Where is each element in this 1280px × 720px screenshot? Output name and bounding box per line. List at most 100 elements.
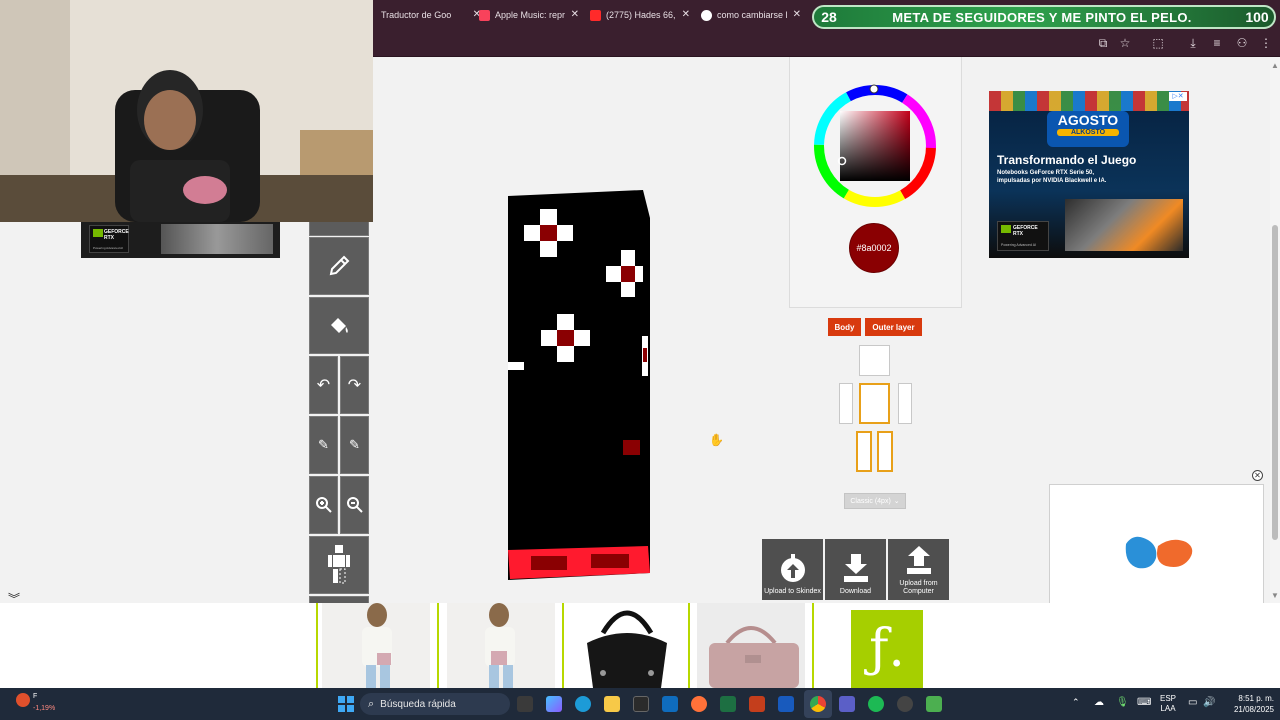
chrome-icon[interactable]	[810, 696, 826, 712]
keyboard-icon[interactable]: ⌨	[1137, 697, 1151, 708]
nvidia-logo-icon	[1001, 225, 1011, 233]
tab-apple-music[interactable]: Apple Music: repr ✕	[473, 4, 583, 26]
bookmark-star-icon[interactable]: ☆	[1118, 36, 1132, 50]
task-view-icon[interactable]	[517, 696, 533, 712]
volume-icon[interactable]: 🔊	[1203, 697, 1215, 708]
tab-translator[interactable]: Traductor de Goo ✕	[375, 4, 485, 26]
scroll-down-icon[interactable]: ▼	[1271, 592, 1279, 600]
file-explorer-icon[interactable]	[604, 696, 620, 712]
undo-icon: ↶	[316, 377, 331, 394]
outlook-icon[interactable]	[662, 696, 678, 712]
microphone-icon[interactable]: 🎙	[1116, 697, 1129, 708]
pencil-add-tool-button[interactable]: ✎	[309, 416, 338, 474]
product-image-2[interactable]	[447, 603, 555, 688]
part-left-leg[interactable]	[877, 431, 893, 472]
logo-bottom: ALKOSTO	[1057, 129, 1119, 136]
onedrive-icon[interactable]: ☁	[1094, 697, 1104, 708]
geforce-sub-text: Powering Advanced AI	[93, 246, 124, 250]
zoom-out-icon	[346, 497, 363, 513]
strip-divider	[812, 603, 814, 688]
undo-button[interactable]: ↶	[309, 356, 338, 414]
network-icon[interactable]: ▭	[1188, 697, 1197, 708]
strip-divider	[437, 603, 439, 688]
translate-icon[interactable]: ⧉	[1096, 36, 1110, 50]
color-wheel[interactable]	[811, 82, 939, 210]
part-torso[interactable]	[859, 383, 890, 424]
close-ad-icon[interactable]: ✕	[1252, 470, 1263, 481]
product-photo	[587, 610, 667, 688]
part-right-arm[interactable]	[839, 383, 853, 424]
language-indicator[interactable]: ESP LAA	[1160, 694, 1176, 714]
laptop-image	[1065, 199, 1183, 251]
right-ad-banner[interactable]: AGOSTO ALKOSTO Transformando el Juego No…	[989, 91, 1189, 258]
hand-cursor-icon: ✋	[709, 433, 724, 447]
windows-start-icon[interactable]	[338, 696, 354, 712]
tab-youtube[interactable]: (2775) Hades 66, ✕	[584, 4, 694, 26]
ad-headline: Transformando el Juego	[997, 153, 1137, 167]
falabella-logo-icon[interactable]: ƒ.	[851, 610, 923, 688]
left-ad-banner[interactable]: GEFORCE RTX Powering Advanced AI	[81, 222, 280, 258]
menu-icon[interactable]: ⋮	[1259, 36, 1273, 50]
firefox-icon[interactable]	[691, 696, 707, 712]
pencil-remove-tool-button[interactable]: ✎	[340, 416, 369, 474]
obs-icon[interactable]	[897, 696, 913, 712]
redo-button[interactable]: ↷	[340, 356, 369, 414]
profile-icon[interactable]: ⚇	[1235, 36, 1249, 50]
spotify-icon[interactable]	[868, 696, 884, 712]
skin-model-canvas[interactable]	[505, 188, 653, 581]
eyedropper-icon	[329, 255, 350, 276]
eyedropper-tool-button[interactable]	[309, 237, 369, 295]
video-ad-box[interactable]	[1049, 484, 1264, 605]
product-image-1[interactable]	[322, 603, 430, 688]
stock-symbol: F	[33, 693, 38, 700]
zoom-in-button[interactable]	[309, 476, 338, 534]
upload-to-skindex-button[interactable]: Upload to Skindex	[762, 539, 823, 600]
tool-bottom-partial[interactable]	[309, 596, 369, 603]
download-button[interactable]: Download	[825, 539, 886, 600]
media-control-icon[interactable]: ≡	[1210, 36, 1224, 50]
scroll-up-icon[interactable]: ▲	[1271, 62, 1279, 70]
part-head[interactable]	[859, 345, 890, 376]
minecraft-icon[interactable]	[926, 696, 942, 712]
lang-bottom: LAA	[1160, 704, 1176, 713]
selected-color-swatch[interactable]: #8a0002	[849, 223, 899, 273]
zoom-out-button[interactable]	[340, 476, 369, 534]
model-select[interactable]: Classic (4px) ⌄	[844, 493, 906, 509]
clock[interactable]: 8:51 p. m. 21/08/2025	[1222, 693, 1274, 715]
stock-widget-icon[interactable]	[16, 693, 30, 707]
strip-divider	[562, 603, 564, 688]
powerpoint-icon[interactable]	[749, 696, 765, 712]
geforce-badge: GEFORCE RTX Powering Advanced AI	[997, 221, 1049, 251]
tool-top-partial[interactable]	[309, 222, 369, 236]
download-icon[interactable]: ⤓	[1186, 36, 1200, 50]
part-left-arm[interactable]	[898, 383, 912, 424]
geforce-sub-text: Powering Advanced AI	[1001, 243, 1037, 247]
close-tab-icon[interactable]: ✕	[682, 9, 690, 20]
close-tab-icon[interactable]: ✕	[793, 9, 801, 20]
close-tab-icon[interactable]: ✕	[571, 9, 579, 20]
ad-choices-icon[interactable]: ▷✕	[1169, 92, 1187, 101]
copilot-icon[interactable]	[546, 696, 562, 712]
product-image-3[interactable]	[573, 603, 681, 688]
strip-divider	[688, 603, 690, 688]
tray-chevron-up-icon[interactable]: ⌃	[1072, 697, 1080, 708]
action-label: Download	[839, 588, 872, 595]
word-icon[interactable]	[778, 696, 794, 712]
teams-icon[interactable]	[839, 696, 855, 712]
body-parts-toggle-button[interactable]	[309, 536, 369, 594]
extensions-icon[interactable]: ⬚	[1151, 36, 1165, 50]
upload-from-computer-button[interactable]: Upload from Computer	[888, 539, 949, 600]
store-icon[interactable]	[633, 696, 649, 712]
taskbar-search[interactable]: ⌕ Búsqueda rápida	[360, 693, 510, 715]
fill-bucket-tool-button[interactable]	[309, 297, 369, 354]
product-image-4[interactable]	[697, 603, 805, 688]
search-placeholder: Búsqueda rápida	[380, 698, 456, 710]
excel-icon[interactable]	[720, 696, 736, 712]
skin-3d-preview[interactable]	[505, 188, 653, 581]
edge-icon[interactable]	[575, 696, 591, 712]
body-layer-button[interactable]: Body	[828, 318, 861, 336]
part-right-leg[interactable]	[856, 431, 872, 472]
tab-google[interactable]: como cambiarse l ✕	[695, 4, 805, 26]
outer-layer-button[interactable]: Outer layer	[865, 318, 922, 336]
scrollbar-thumb[interactable]	[1272, 225, 1278, 540]
